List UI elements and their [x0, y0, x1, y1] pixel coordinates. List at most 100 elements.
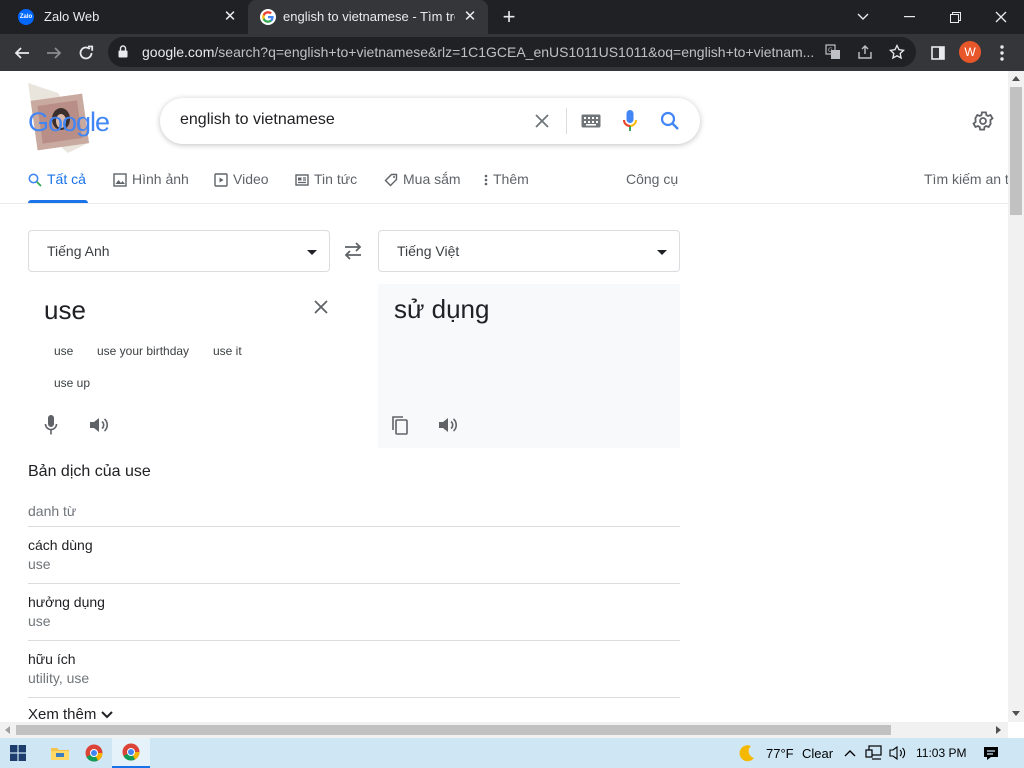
voice-search-icon[interactable] — [619, 110, 641, 132]
microphone-icon[interactable] — [40, 414, 62, 436]
search-box[interactable]: english to vietnamese — [160, 98, 700, 144]
show-more-button[interactable]: Xem thêm — [28, 706, 114, 722]
svg-text:G: G — [828, 47, 833, 54]
horizontal-scroll-thumb[interactable] — [16, 725, 891, 735]
restore-button[interactable] — [932, 0, 978, 34]
volume-icon[interactable] — [888, 738, 908, 768]
scroll-down-arrow-icon[interactable] — [1012, 711, 1020, 717]
forward-button[interactable] — [42, 41, 66, 65]
source-language-select[interactable]: Tiếng Anh — [28, 230, 330, 272]
vertical-scrollbar[interactable] — [1008, 71, 1024, 722]
active-tab-indicator — [28, 200, 88, 203]
menu-kebab-icon[interactable] — [990, 41, 1014, 65]
tab-shopping[interactable]: Mua sắm — [384, 171, 461, 203]
more-vert-icon — [484, 173, 488, 187]
suggestion-chip[interactable]: use it — [203, 339, 252, 363]
translation-word: hữu ích — [28, 651, 76, 667]
network-icon[interactable] — [864, 738, 884, 768]
clear-search-icon[interactable] — [531, 110, 553, 132]
tab-label: Mua sắm — [403, 171, 461, 187]
logo-letters: Google — [28, 107, 110, 137]
close-tab-icon[interactable]: ✕ — [222, 9, 238, 25]
vertical-scroll-thumb[interactable] — [1010, 87, 1022, 215]
suggestion-chip[interactable]: use your birthday — [87, 339, 200, 363]
tag-icon — [384, 173, 398, 187]
translate-page-icon[interactable]: G — [824, 43, 842, 61]
browser-toolbar: google.com/search?q=english+to+vietnames… — [0, 34, 1024, 71]
tab-news[interactable]: Tin tức — [295, 171, 357, 203]
chrome-taskbar-icon[interactable] — [76, 738, 112, 768]
share-icon[interactable] — [856, 43, 874, 61]
tab-more[interactable]: Thêm — [484, 171, 529, 203]
search-icon[interactable] — [659, 110, 681, 132]
target-language-label: Tiếng Việt — [397, 243, 460, 259]
image-icon — [113, 173, 127, 187]
profile-avatar[interactable]: W — [959, 41, 981, 63]
translation-synonyms: use — [28, 613, 51, 629]
clock-time[interactable]: 11:03 PM — [916, 746, 966, 760]
divider — [28, 697, 680, 698]
new-tab-button[interactable]: + — [498, 6, 520, 28]
scroll-right-arrow-icon[interactable] — [996, 726, 1002, 734]
keyboard-icon[interactable] — [580, 110, 602, 132]
settings-gear-icon[interactable] — [971, 109, 995, 133]
weather-temperature[interactable]: 77°F — [766, 746, 794, 761]
reload-button[interactable] — [74, 41, 98, 65]
notification-center-icon[interactable] — [978, 738, 1004, 768]
search-input[interactable]: english to vietnamese — [180, 111, 335, 129]
chevron-up-icon[interactable] — [842, 738, 858, 768]
file-explorer-icon[interactable] — [42, 738, 78, 768]
tab-all[interactable]: Tất cả — [28, 171, 86, 203]
close-tab-icon[interactable]: ✕ — [462, 9, 478, 25]
tab-label: Thêm — [493, 171, 529, 187]
source-text-input[interactable]: use — [44, 295, 86, 326]
tab-label: Công cụ — [626, 171, 679, 187]
translation-row[interactable]: cách dùng use — [28, 526, 680, 583]
suggestion-chip[interactable]: use up — [44, 371, 101, 395]
scroll-up-arrow-icon[interactable] — [1012, 75, 1020, 81]
windows-start-icon[interactable] — [0, 738, 36, 768]
minimize-button[interactable] — [886, 0, 932, 34]
tab-safesearch[interactable]: Tìm kiếm an t — [924, 171, 1008, 203]
tab-search-chevron-icon[interactable] — [840, 0, 886, 34]
tab-images[interactable]: Hình ảnh — [113, 171, 189, 203]
browser-tab-strip: Zalo Zalo Web ✕ english to vietnamese - … — [0, 0, 1024, 34]
bookmark-star-icon[interactable] — [888, 43, 906, 61]
lock-icon[interactable] — [118, 45, 128, 58]
speaker-icon[interactable] — [437, 414, 459, 436]
close-window-button[interactable] — [978, 0, 1024, 34]
clear-source-icon[interactable] — [311, 297, 331, 317]
side-panel-icon[interactable] — [926, 41, 950, 65]
address-bar[interactable]: google.com/search?q=english+to+vietnames… — [108, 37, 916, 67]
part-of-speech-label: danh từ — [28, 503, 77, 519]
chrome-active-taskbar-icon[interactable] — [112, 738, 150, 768]
suggestion-chip[interactable]: use — [44, 339, 84, 363]
tab-label: Tìm kiếm an t — [924, 171, 1008, 187]
translation-row[interactable]: hưởng dụng use — [28, 583, 680, 640]
google-logo[interactable]: Google — [28, 107, 110, 138]
tab-tools[interactable]: Công cụ — [626, 171, 678, 203]
translations-heading: Bản dịch của use — [28, 463, 151, 480]
speaker-icon[interactable] — [88, 414, 110, 436]
google-favicon-icon — [260, 9, 276, 25]
chevron-down-icon — [101, 710, 114, 719]
translation-word: cách dùng — [28, 537, 93, 553]
source-language-label: Tiếng Anh — [47, 243, 110, 259]
copy-icon[interactable] — [389, 414, 411, 436]
url-text: google.com/search?q=english+to+vietnames… — [142, 44, 822, 60]
tab-video[interactable]: Video — [214, 171, 269, 203]
moon-weather-icon[interactable] — [734, 738, 760, 768]
url-path: /search?q=english+to+vietnamese&rlz=1C1G… — [214, 44, 815, 60]
translation-synonyms: use — [28, 556, 51, 572]
scroll-left-arrow-icon[interactable] — [4, 726, 10, 734]
tab-zalo-web[interactable]: Zalo Zalo Web ✕ — [0, 0, 248, 34]
tab-label: Video — [233, 171, 269, 187]
swap-languages-icon[interactable] — [342, 241, 364, 261]
tab-label: Hình ảnh — [132, 171, 189, 187]
weather-condition[interactable]: Clear — [802, 746, 833, 761]
tab-google-search[interactable]: english to vietnamese - Tìm trên ✕ — [248, 0, 488, 34]
translation-row[interactable]: hữu ích utility, use — [28, 640, 680, 697]
horizontal-scrollbar[interactable] — [0, 722, 1008, 738]
target-language-select[interactable]: Tiếng Việt — [378, 230, 680, 272]
back-button[interactable] — [10, 41, 34, 65]
